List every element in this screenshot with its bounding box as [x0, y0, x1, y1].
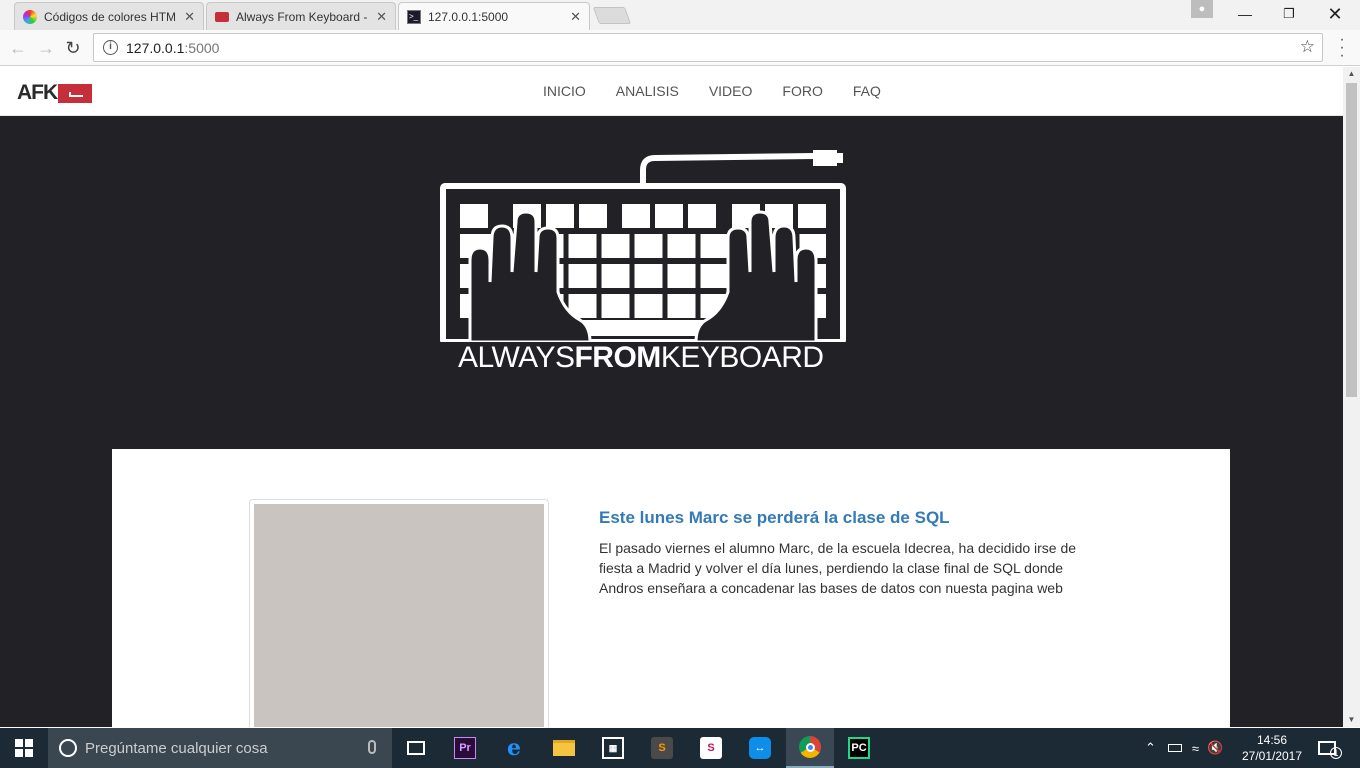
article-title[interactable]: Este lunes Marc se perderá la clase de S… [599, 508, 950, 528]
url-port: :5000 [184, 39, 220, 56]
clock-time: 14:56 [1256, 733, 1288, 747]
tab-strip: Códigos de colores HTM ✕ Always From Key… [0, 0, 1360, 31]
forward-icon[interactable]: → [34, 36, 58, 60]
nav-analisis[interactable]: ANALISIS [616, 83, 679, 99]
cortana-search[interactable]: Pregúntame cualquier cosa [48, 728, 392, 768]
new-tab-button[interactable] [592, 7, 632, 24]
restore-button[interactable]: ❐ [1266, 0, 1312, 28]
microphone-icon[interactable] [368, 740, 376, 754]
browser-toolbar: ← → ↻ i 127.0.0.1:5000 ☆ · · · [0, 30, 1360, 66]
info-icon[interactable]: i [103, 40, 118, 55]
site-logo[interactable]: AFK [17, 81, 93, 105]
task-view-icon [407, 741, 425, 755]
premiere-icon: Pr [454, 737, 476, 759]
windows-logo-icon [15, 739, 33, 757]
site-navbar: AFK INICIO ANALISIS VIDEO FORO FAQ [0, 67, 1343, 116]
hero-title-from: FROM [574, 341, 661, 374]
enter-key-icon [58, 83, 93, 103]
tab-title: 127.0.0.1:5000 [428, 10, 509, 24]
pycharm-icon: PC [848, 737, 870, 759]
sublime-text-icon: S [651, 737, 673, 759]
action-center[interactable]: 1 [1318, 728, 1342, 768]
taskbar-smartgit[interactable]: S [687, 728, 735, 768]
terminal-icon: >_ [407, 10, 421, 24]
tab-title: Códigos de colores HTM [44, 9, 177, 24]
clock[interactable]: 14:56 27/01/2017 [1240, 732, 1304, 764]
nav-foro[interactable]: FORO [782, 83, 822, 99]
system-tray: ⌃ ≈ 🔇 [1145, 728, 1223, 768]
taskbar-pycharm[interactable]: PC [835, 728, 883, 768]
smartgit-icon: S [700, 737, 722, 759]
page-scrollbar[interactable]: ▲ ▼ [1343, 67, 1360, 727]
search-placeholder: Pregúntame cualquier cosa [85, 739, 268, 757]
chrome-icon [799, 736, 821, 758]
close-icon[interactable]: ✕ [376, 9, 387, 25]
teamviewer-icon: ↔ [749, 737, 771, 759]
taskbar-premiere[interactable]: Pr [441, 728, 489, 768]
menu-dots-icon[interactable]: · · · [1336, 32, 1348, 64]
taskbar-store[interactable]: ▦ [589, 728, 637, 768]
taskbar-sublime[interactable]: S [638, 728, 686, 768]
scroll-thumb[interactable] [1346, 83, 1357, 397]
tab-afk[interactable]: Always From Keyboard - ✕ [206, 2, 396, 30]
folder-icon [553, 740, 575, 756]
hero-title-keyboard: KEYBOARD [660, 341, 824, 374]
tab-localhost[interactable]: >_ 127.0.0.1:5000 ✕ [398, 2, 590, 31]
nav-inicio[interactable]: INICIO [543, 83, 586, 99]
nav-faq[interactable]: FAQ [853, 83, 881, 99]
battery-icon[interactable] [1167, 744, 1182, 752]
taskbar-teamviewer[interactable]: ↔ [736, 728, 784, 768]
taskbar-chrome[interactable] [786, 728, 834, 768]
tab-colores[interactable]: Códigos de colores HTM ✕ [14, 2, 204, 30]
cortana-icon [59, 739, 77, 757]
classroom-photo [254, 504, 544, 727]
notifications-icon [1318, 741, 1336, 755]
start-button[interactable] [0, 728, 48, 768]
color-wheel-icon [23, 9, 37, 24]
minimize-button[interactable]: — [1222, 0, 1268, 28]
edge-icon: e [507, 735, 521, 761]
back-icon[interactable]: ← [6, 36, 30, 60]
bookmark-star-icon[interactable]: ☆ [1300, 37, 1315, 57]
nav-video[interactable]: VIDEO [709, 83, 753, 99]
clock-date: 27/01/2017 [1241, 749, 1303, 763]
profile-icon[interactable]: ● [1191, 0, 1213, 18]
tab-title: Always From Keyboard - [236, 9, 368, 24]
address-bar[interactable]: i 127.0.0.1:5000 ☆ [93, 33, 1323, 62]
task-view-button[interactable] [392, 728, 440, 768]
url-host: 127.0.0.1 [126, 39, 185, 56]
reload-icon[interactable]: ↻ [61, 36, 85, 60]
hero-title: ALWAYSFROMKEYBOARD [458, 341, 824, 375]
taskbar-edge[interactable]: e [490, 728, 538, 768]
keyboard-hands-illustration [440, 150, 846, 342]
afk-favicon-icon [215, 11, 229, 22]
hero-banner: ALWAYSFROMKEYBOARD Este lunes Marc se pe… [0, 116, 1343, 727]
scroll-up-icon[interactable]: ▲ [1343, 67, 1360, 81]
page-viewport: AFK INICIO ANALISIS VIDEO FORO FAQ ALWAY… [0, 67, 1343, 727]
news-section: Este lunes Marc se perderá la clase de S… [112, 449, 1230, 727]
store-icon: ▦ [602, 737, 624, 759]
close-icon[interactable]: ✕ [184, 9, 195, 25]
wifi-icon[interactable]: ≈ [1192, 741, 1199, 756]
volume-muted-icon[interactable]: 🔇 [1207, 740, 1223, 756]
article-thumbnail[interactable] [249, 499, 549, 727]
logo-text: AFK [17, 81, 58, 104]
tray-chevron-icon[interactable]: ⌃ [1145, 740, 1156, 756]
article-body: El pasado viernes el alumno Marc, de la … [599, 540, 1077, 596]
hero-title-always: ALWAYS [458, 341, 575, 374]
taskbar-file-explorer[interactable] [540, 728, 588, 768]
close-window-button[interactable]: ✕ [1312, 0, 1358, 28]
scroll-down-icon[interactable]: ▼ [1343, 713, 1360, 727]
main-menu: INICIO ANALISIS VIDEO FORO FAQ [543, 83, 881, 99]
windows-taskbar: Pregúntame cualquier cosa Pr e ▦ S S ↔ P… [0, 728, 1360, 768]
close-icon[interactable]: ✕ [570, 9, 581, 25]
